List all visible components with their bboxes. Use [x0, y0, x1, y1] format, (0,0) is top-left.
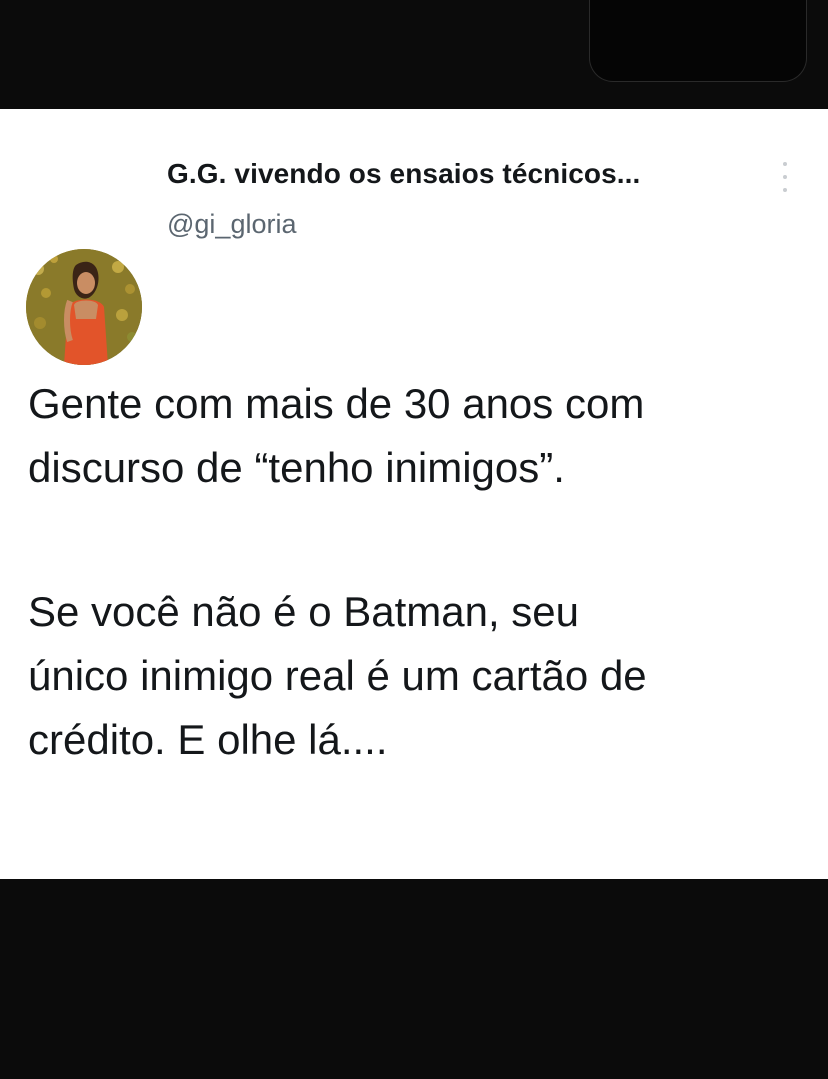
bottom-black-bar [0, 879, 828, 1079]
top-black-bar [0, 0, 828, 109]
avatar[interactable] [26, 249, 142, 365]
display-name[interactable]: G.G. vivendo os ensaios técnicos... [167, 158, 640, 190]
handle[interactable]: @gi_gloria [167, 209, 296, 240]
tweet-text-2: Se você não é o Batman, seu único inimig… [28, 580, 808, 772]
tweet-paragraph-2: Se você não é o Batman, seu único inimig… [28, 588, 647, 763]
more-vertical-icon[interactable] [776, 162, 794, 192]
avatar-image [26, 249, 142, 365]
tweet-text: Gente com mais de 30 anos com discurso d… [28, 372, 808, 500]
tweet-paragraph-1: Gente com mais de 30 anos com discurso d… [28, 380, 645, 491]
overlay-notch [589, 0, 807, 82]
